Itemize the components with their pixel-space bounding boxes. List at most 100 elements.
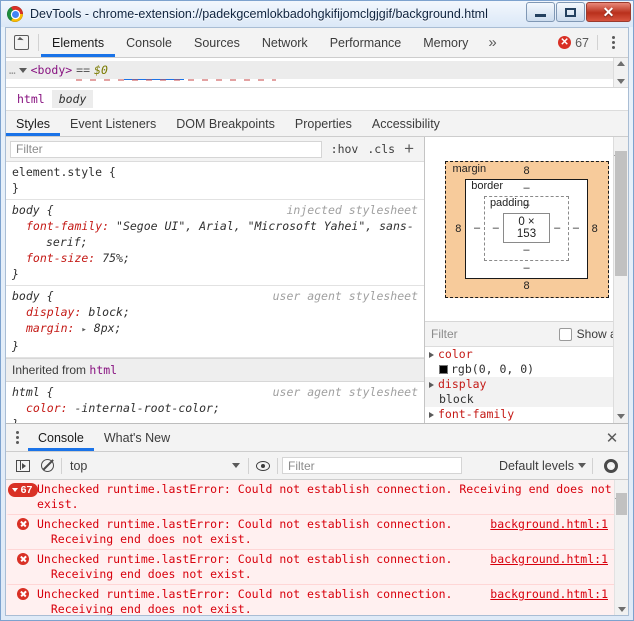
box-model-padding-right[interactable]: – [550, 222, 564, 234]
scroll-down-icon[interactable] [617, 414, 625, 419]
group-count-badge[interactable]: 67 [7, 483, 39, 497]
live-expression-button[interactable] [251, 460, 275, 471]
declaration-display[interactable]: display: block; [6, 304, 424, 320]
scroll-down-icon[interactable] [617, 79, 625, 84]
console-message-error[interactable]: Unchecked runtime.lastError: Could not e… [6, 550, 628, 585]
computed-property-color[interactable]: color [425, 347, 628, 362]
scroll-down-icon[interactable] [618, 607, 626, 612]
box-model-border[interactable]: border – – padding – – 0 × 153 – – – – [465, 178, 588, 279]
box-model-padding-bottom[interactable]: – [489, 243, 564, 258]
console-scrollbar[interactable] [614, 480, 628, 615]
declaration-property[interactable]: font-size: [26, 251, 95, 265]
styles-filter-input[interactable]: Filter [10, 140, 322, 158]
close-drawer-icon[interactable]: ✕ [602, 424, 622, 451]
box-model-padding[interactable]: padding – – 0 × 153 – – [483, 195, 570, 261]
box-model-content-size[interactable]: 0 × 153 [502, 212, 551, 243]
dom-node-body[interactable]: … <body> == $0 [6, 61, 628, 79]
dom-tree-scrollbar[interactable] [613, 58, 628, 87]
console-message-source-link[interactable]: background.html:1 [490, 587, 628, 602]
minimize-button[interactable] [526, 2, 555, 22]
box-model-margin-bottom[interactable]: 8 [452, 279, 602, 294]
box-model-border-left[interactable]: – [470, 222, 484, 234]
close-button[interactable]: ✕ [586, 2, 631, 22]
tab-memory[interactable]: Memory [412, 28, 479, 57]
box-model-padding-left[interactable]: – [489, 222, 503, 234]
new-style-rule-button[interactable]: + [404, 140, 414, 157]
hov-toggle[interactable]: :hov [331, 142, 359, 156]
box-model-margin-right[interactable]: 8 [588, 223, 602, 235]
computed-filter-input[interactable]: Filter [431, 327, 559, 341]
tab-event-listeners[interactable]: Event Listeners [60, 111, 166, 136]
show-all-checkbox[interactable] [558, 327, 572, 341]
console-message-source-link[interactable]: background.html:1 [490, 517, 628, 532]
cls-toggle[interactable]: .cls [367, 142, 395, 156]
declaration-property[interactable]: display: [26, 305, 81, 319]
dom-tree: … <body> == $0 [6, 58, 628, 88]
declaration-font-family[interactable]: font-family: "Segoe UI", Arial, "Microso… [6, 218, 424, 234]
declaration-property[interactable]: font-family: [26, 219, 109, 233]
scroll-up-icon[interactable] [617, 61, 625, 66]
more-tabs-button[interactable]: » [479, 28, 505, 57]
execution-context-select[interactable]: top [64, 459, 246, 473]
declaration-value[interactable]: 75%; [102, 251, 130, 265]
declaration-property[interactable]: margin: [26, 321, 74, 335]
declaration-value[interactable]: -internal-root-color; [74, 401, 219, 415]
declaration-value[interactable]: 8px; [94, 321, 122, 335]
declaration-font-size[interactable]: font-size: 75%; [6, 250, 424, 266]
drawer-menu-icon[interactable] [6, 424, 28, 451]
inspect-element-button[interactable] [6, 28, 36, 57]
kebab-menu-icon[interactable] [602, 36, 624, 49]
maximize-button[interactable] [556, 2, 585, 22]
declaration-color[interactable]: color: -internal-root-color; [6, 400, 424, 416]
tab-sources[interactable]: Sources [183, 28, 251, 57]
chevron-down-icon[interactable] [18, 67, 27, 73]
breadcrumb-item-body[interactable]: body [51, 90, 94, 108]
drawer-tab-console[interactable]: Console [28, 424, 94, 451]
rule-selector[interactable]: body { [12, 288, 54, 304]
scrollbar-thumb[interactable] [615, 151, 627, 276]
scrollbar-thumb[interactable] [616, 493, 627, 515]
console-message-error[interactable]: Unchecked runtime.lastError: Could not e… [6, 585, 628, 615]
gear-icon [604, 458, 618, 473]
declaration-property[interactable]: color: [26, 401, 68, 415]
console-filter-input[interactable]: Filter [282, 457, 462, 474]
tab-dom-breakpoints[interactable]: DOM Breakpoints [166, 111, 285, 136]
breadcrumb-item-html[interactable]: html [10, 90, 52, 108]
console-message-group[interactable]: 67 Unchecked runtime.lastError: Could no… [6, 480, 628, 515]
rule-selector[interactable]: element.style { [12, 164, 116, 180]
error-summary[interactable]: ✕ 67 [558, 28, 628, 57]
tab-properties[interactable]: Properties [285, 111, 362, 136]
tab-styles[interactable]: Styles [6, 111, 60, 136]
log-levels-select[interactable]: Default levels [499, 459, 586, 473]
chevron-right-icon[interactable] [429, 381, 434, 388]
dom-node-tag: <body> [30, 63, 73, 77]
chevron-right-icon[interactable] [429, 351, 434, 358]
declaration-margin[interactable]: margin: ▸ 8px; [6, 320, 424, 338]
tab-console[interactable]: Console [115, 28, 183, 57]
box-model-margin-left[interactable]: 8 [452, 223, 466, 235]
console-message-source-link[interactable]: background.html:1 [490, 552, 628, 567]
computed-pane-scrollbar[interactable] [613, 137, 628, 423]
tab-performance[interactable]: Performance [319, 28, 413, 57]
computed-property-display[interactable]: display [425, 377, 628, 392]
console-message-error[interactable]: Unchecked runtime.lastError: Could not e… [6, 515, 628, 550]
declaration-value[interactable]: block; [88, 305, 130, 319]
console-settings-button[interactable] [599, 458, 623, 473]
tab-accessibility[interactable]: Accessibility [362, 111, 450, 136]
box-model-border-bottom[interactable]: – [470, 261, 583, 276]
chevron-right-icon[interactable] [429, 411, 434, 418]
computed-property-font-family[interactable]: font-family [425, 407, 628, 422]
tab-elements[interactable]: Elements [41, 28, 115, 57]
console-sidebar-toggle-button[interactable] [11, 459, 35, 472]
box-model-margin[interactable]: margin 8 8 border – – padding – – 0 × 15… [444, 160, 609, 298]
drawer-tab-whats-new[interactable]: What's New [94, 424, 180, 451]
rule-selector[interactable]: html { [12, 384, 54, 400]
declaration-value[interactable]: "Segoe UI", Arial, "Microsoft Yahei", sa… [116, 219, 414, 233]
tab-network[interactable]: Network [251, 28, 319, 57]
clear-console-button[interactable] [35, 459, 59, 472]
inherited-source[interactable]: html [89, 363, 117, 377]
rule-selector[interactable]: body { [12, 202, 54, 218]
color-swatch[interactable] [439, 365, 448, 374]
expand-shorthand-icon[interactable]: ▸ [81, 325, 86, 335]
box-model-border-right[interactable]: – [569, 222, 583, 234]
